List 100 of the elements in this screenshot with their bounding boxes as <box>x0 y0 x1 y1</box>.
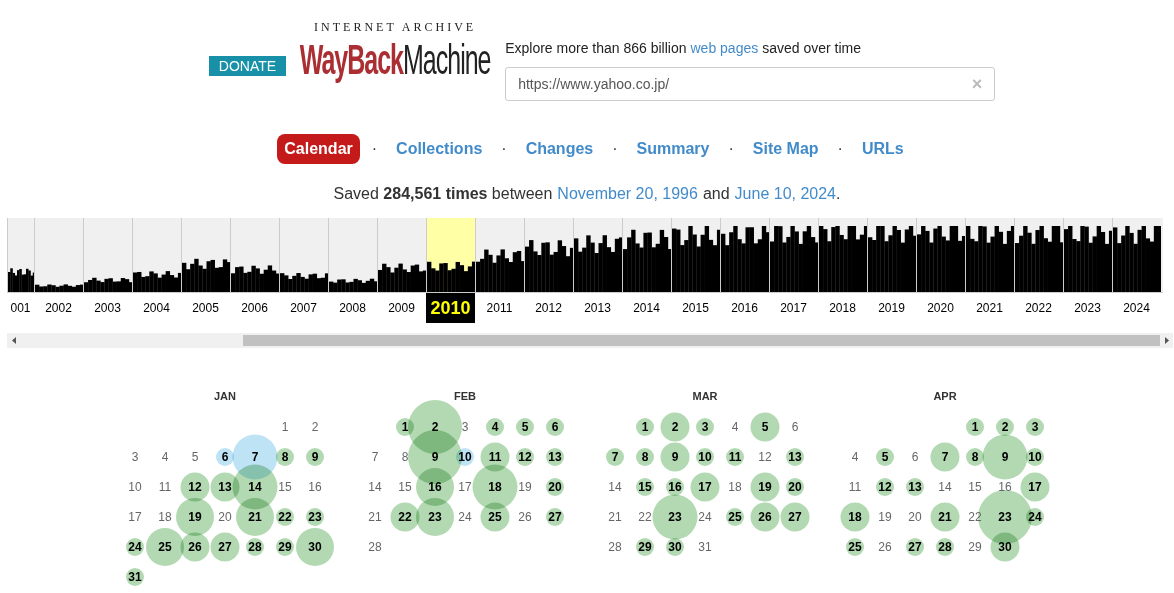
year-label[interactable]: 2019 <box>867 293 916 323</box>
day-number[interactable]: 16 <box>668 478 682 496</box>
year-column[interactable] <box>720 218 769 292</box>
logo-wordmark[interactable]: WayBack <box>299 38 404 81</box>
year-label[interactable]: 2022 <box>1014 293 1063 323</box>
year-label[interactable]: 2008 <box>328 293 377 323</box>
capture-bubble[interactable] <box>876 448 894 466</box>
year-label[interactable]: 2002 <box>34 293 83 323</box>
capture-bubble[interactable] <box>146 528 184 566</box>
nav-tab[interactable]: URLs <box>854 134 911 164</box>
capture-bubble[interactable] <box>750 412 780 442</box>
day-number[interactable]: 6 <box>221 448 229 466</box>
year-label[interactable]: 001 <box>7 293 34 323</box>
day-number[interactable]: 29 <box>278 538 292 556</box>
year-label[interactable]: 2018 <box>818 293 867 323</box>
year-label[interactable]: 2007 <box>279 293 328 323</box>
day-number[interactable]: 8 <box>971 448 979 466</box>
logo-wordmark[interactable]: Machine <box>403 38 491 81</box>
year-label[interactable]: 2012 <box>524 293 573 323</box>
day-number[interactable]: 13 <box>548 448 562 466</box>
capture-bubble[interactable] <box>606 448 624 466</box>
day-number[interactable]: 28 <box>938 538 952 556</box>
day-number[interactable]: 25 <box>488 508 502 526</box>
day-number[interactable]: 30 <box>998 538 1012 556</box>
year-column[interactable] <box>181 218 230 292</box>
day-number[interactable]: 8 <box>641 448 649 466</box>
nav-tab[interactable]: Changes <box>518 134 601 164</box>
capture-bubble[interactable] <box>996 418 1014 436</box>
day-number[interactable]: 15 <box>638 478 652 496</box>
nav-tab[interactable]: Site Map <box>745 134 826 164</box>
capture-bubble[interactable] <box>486 418 504 436</box>
day-number[interactable]: 11 <box>488 448 502 466</box>
day-number[interactable]: 27 <box>218 538 232 556</box>
capture-bubble[interactable] <box>176 498 214 536</box>
day-number[interactable]: 26 <box>758 508 772 526</box>
year-label[interactable]: 2006 <box>230 293 279 323</box>
year-column[interactable] <box>475 218 524 292</box>
scrollbar-thumb[interactable] <box>243 335 1160 346</box>
day-number[interactable]: 12 <box>878 478 892 496</box>
capture-bubble[interactable] <box>296 528 334 566</box>
year-label[interactable]: 2015 <box>671 293 720 323</box>
capture-bubble[interactable] <box>306 448 324 466</box>
capture-bubble[interactable] <box>750 472 780 502</box>
day-number[interactable]: 27 <box>908 538 922 556</box>
web-pages-link[interactable]: web pages <box>690 38 759 59</box>
day-number[interactable]: 2 <box>671 418 679 436</box>
day-number[interactable]: 24 <box>128 538 142 556</box>
day-number[interactable]: 30 <box>308 538 322 556</box>
year-label[interactable]: 2011 <box>475 293 524 323</box>
year-column[interactable] <box>524 218 573 292</box>
day-number[interactable]: 29 <box>638 538 652 556</box>
day-number[interactable]: 7 <box>611 448 619 466</box>
capture-bubble[interactable] <box>660 442 690 472</box>
day-number[interactable]: 24 <box>1028 508 1042 526</box>
year-label[interactable]: 2010 <box>426 293 475 323</box>
year-column[interactable] <box>7 218 34 292</box>
day-number[interactable]: 27 <box>788 508 802 526</box>
first-capture-link[interactable]: November 20, 1996 <box>557 182 698 206</box>
year-column[interactable] <box>328 218 377 292</box>
capture-bubble[interactable] <box>966 448 984 466</box>
capture-bubble[interactable] <box>180 532 210 562</box>
year-column[interactable] <box>867 218 916 292</box>
day-number[interactable]: 23 <box>668 508 682 526</box>
year-column[interactable] <box>1014 218 1063 292</box>
capture-bubble[interactable] <box>1026 418 1044 436</box>
year-label[interactable]: 2013 <box>573 293 622 323</box>
day-number[interactable]: 22 <box>398 508 412 526</box>
day-number[interactable]: 18 <box>848 508 862 526</box>
day-number[interactable]: 8 <box>281 448 289 466</box>
day-number[interactable]: 13 <box>908 478 922 496</box>
day-number[interactable]: 23 <box>998 508 1012 526</box>
day-number[interactable]: 9 <box>1001 448 1009 466</box>
day-number[interactable]: 7 <box>251 448 259 466</box>
day-number[interactable]: 13 <box>788 448 802 466</box>
year-label[interactable]: 2005 <box>181 293 230 323</box>
capture-bubble[interactable] <box>236 498 274 536</box>
year-label[interactable]: 2016 <box>720 293 769 323</box>
day-number[interactable]: 25 <box>728 508 742 526</box>
year-column[interactable] <box>769 218 818 292</box>
year-label[interactable]: 2023 <box>1063 293 1112 323</box>
capture-bubble[interactable] <box>930 502 960 532</box>
day-number[interactable]: 20 <box>788 478 802 496</box>
donate-button[interactable]: DONATE <box>208 56 287 76</box>
year-label[interactable]: 2014 <box>622 293 671 323</box>
year-column[interactable] <box>377 218 426 292</box>
day-number[interactable]: 30 <box>668 538 682 556</box>
day-number[interactable]: 5 <box>761 418 769 436</box>
day-number[interactable]: 5 <box>521 418 529 436</box>
day-number[interactable]: 1 <box>971 418 979 436</box>
day-number[interactable]: 1 <box>641 418 649 436</box>
day-number[interactable]: 2 <box>1001 418 1009 436</box>
capture-bubble[interactable] <box>966 418 984 436</box>
capture-bubble[interactable] <box>652 494 698 540</box>
year-column[interactable] <box>671 218 720 292</box>
year-column[interactable] <box>426 218 475 292</box>
day-number[interactable]: 12 <box>188 478 202 496</box>
capture-bubble[interactable] <box>546 418 564 436</box>
nav-tab[interactable]: Calendar <box>277 134 360 164</box>
capture-bubble[interactable] <box>696 418 714 436</box>
year-label[interactable]: 2020 <box>916 293 965 323</box>
